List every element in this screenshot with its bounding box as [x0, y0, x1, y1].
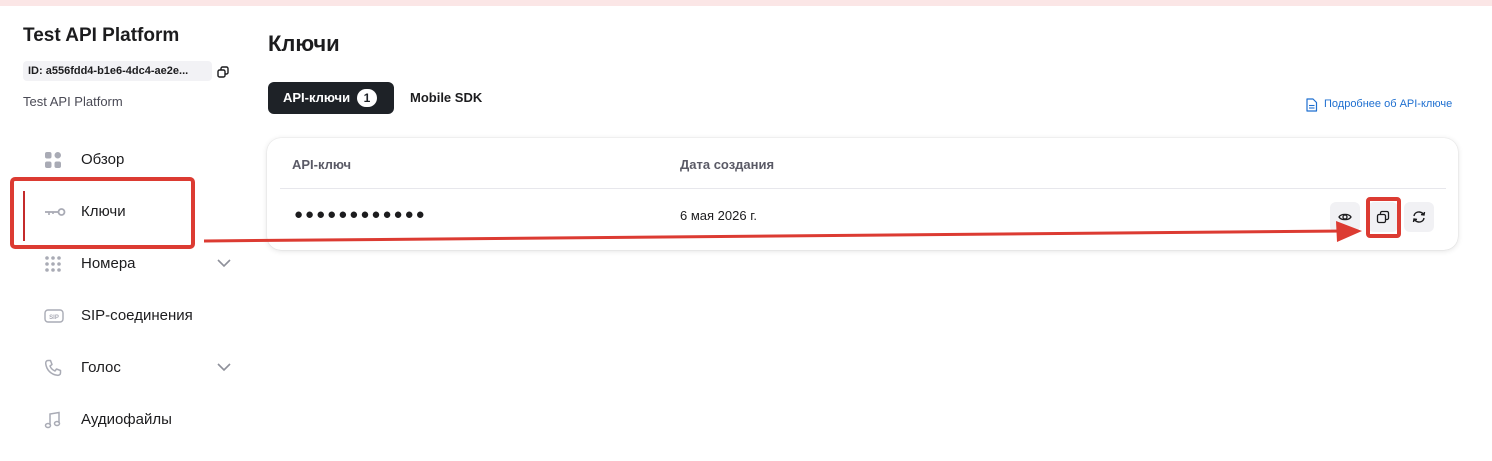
document-icon — [1306, 98, 1318, 112]
sidebar-item-label: Обзор — [81, 151, 125, 168]
music-note-icon — [44, 411, 61, 429]
sidebar-item-overview[interactable]: Обзор — [10, 137, 240, 183]
dialpad-icon — [45, 256, 61, 272]
api-keys-table: API-ключ Дата создания ●●●●●●●●●●●● 6 ма… — [267, 138, 1458, 250]
sidebar-item-label: SIP-соединения — [81, 307, 193, 324]
sidebar-item-sip[interactable]: SIP SIP-соединения — [10, 293, 240, 339]
chevron-down-icon[interactable] — [217, 258, 231, 268]
regenerate-key-button[interactable] — [1404, 202, 1434, 232]
copy-key-button[interactable] — [1368, 202, 1398, 232]
sidebar-item-label: Голос — [81, 359, 121, 376]
masked-api-key: ●●●●●●●●●●●● — [294, 206, 427, 223]
sidebar-item-label: Номера — [81, 255, 136, 272]
tab-label: API-ключи — [283, 90, 351, 105]
docs-link-label: Подробнее об API-ключе — [1324, 98, 1453, 110]
key-icon — [45, 208, 66, 216]
sidebar-item-voice[interactable]: Голос — [10, 345, 240, 391]
project-title: Test API Platform — [23, 25, 180, 46]
creation-date: 6 мая 2026 г. — [680, 208, 757, 223]
project-id-badge: ID: a556fdd4-b1e6-4dc4-ae2e... — [23, 61, 212, 81]
sidebar-item-label: Ключи — [81, 203, 126, 220]
divider — [280, 188, 1446, 189]
tab-mobile-sdk[interactable]: Mobile SDK — [410, 82, 482, 114]
page-title: Ключи — [268, 31, 340, 56]
sidebar-item-audio[interactable]: Аудиофайлы — [10, 397, 240, 443]
svg-text:SIP: SIP — [49, 315, 59, 321]
phone-icon — [44, 359, 62, 377]
show-key-button[interactable] — [1330, 202, 1360, 232]
refresh-icon — [1412, 211, 1426, 223]
column-header-key: API-ключ — [292, 157, 352, 172]
copy-id-icon[interactable] — [217, 66, 229, 78]
sidebar-item-numbers[interactable]: Номера — [10, 241, 240, 287]
sidebar-item-keys[interactable]: Ключи — [10, 189, 240, 241]
active-indicator — [23, 191, 25, 241]
chevron-down-icon[interactable] — [217, 362, 231, 372]
project-subtitle: Test API Platform — [23, 94, 123, 109]
copy-icon — [1376, 210, 1390, 224]
tab-api-keys[interactable]: API-ключи 1 — [268, 82, 394, 114]
grid-icon — [45, 152, 61, 168]
column-header-date: Дата создания — [680, 157, 775, 172]
count-badge: 1 — [357, 89, 377, 107]
eye-icon — [1338, 213, 1352, 221]
sidebar-item-label: Аудиофайлы — [81, 411, 172, 428]
sip-icon: SIP — [44, 309, 64, 323]
